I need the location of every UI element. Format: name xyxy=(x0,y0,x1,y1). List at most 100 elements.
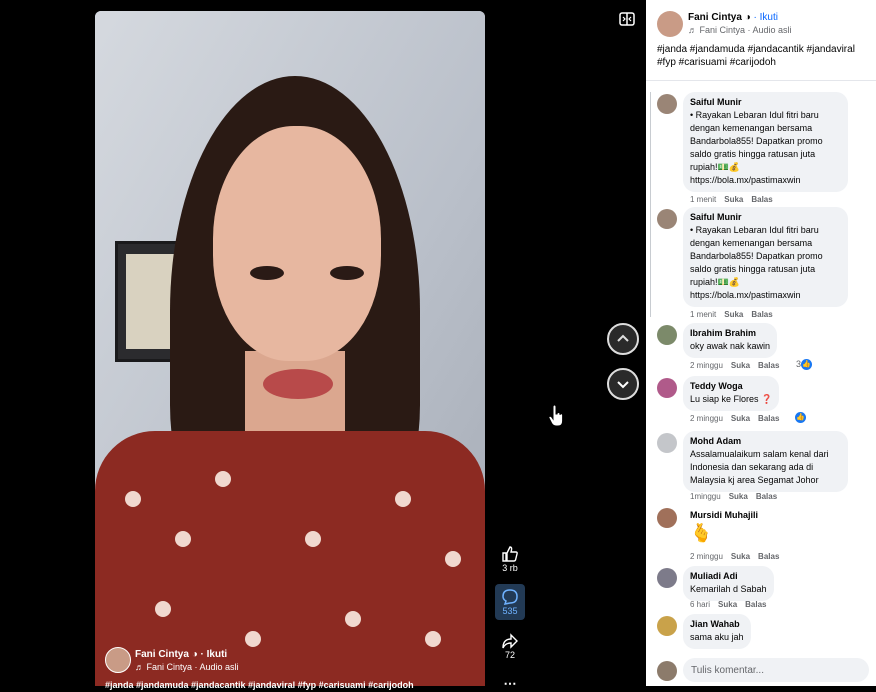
comment-input[interactable] xyxy=(683,658,869,682)
comment-author[interactable]: Teddy Woga xyxy=(690,380,772,393)
video-player[interactable] xyxy=(95,11,485,686)
comment-bubble: Saiful Munir • Rayakan Lebaran Idul fitr… xyxy=(683,207,848,307)
comment-author[interactable]: Muliadi Adi xyxy=(690,570,767,583)
comment-author[interactable]: Ibrahim Brahim xyxy=(690,327,770,340)
share-icon xyxy=(502,633,518,649)
comment-author[interactable]: Saiful Munir xyxy=(690,96,841,109)
comment-reply-button[interactable]: Balas xyxy=(758,361,779,370)
comment-bubble: Mohd Adam Assalamualaikum salam kenal da… xyxy=(683,431,848,492)
thread-line xyxy=(650,92,651,317)
comment-author[interactable]: Mohd Adam xyxy=(690,435,841,448)
comment-avatar[interactable] xyxy=(657,325,677,345)
comment-text: Assalamualaikum salam kenal dari Indones… xyxy=(690,449,829,485)
author-name[interactable]: Fani Cintya xyxy=(688,12,742,23)
comment-avatar[interactable] xyxy=(657,433,677,453)
comment-like-button[interactable]: Suka xyxy=(731,361,750,370)
comment-time[interactable]: 2 minggu xyxy=(690,361,723,370)
comment-count: 535 xyxy=(502,606,518,616)
follow-link[interactable]: · Ikuti xyxy=(754,12,778,23)
more-options-icon[interactable]: ⋯ xyxy=(495,676,525,692)
globe-icon: ◑ xyxy=(744,12,751,23)
comment-author[interactable]: Saiful Munir xyxy=(690,211,841,224)
thumbs-up-icon xyxy=(502,546,518,562)
comment-meta: 2 minggu Suka Balas xyxy=(690,552,779,561)
comment-bubble: Teddy Woga Lu siap ke Flores ❓ xyxy=(683,376,780,411)
comment-like-button[interactable]: Suka xyxy=(731,552,750,561)
post-hashtags[interactable]: #janda #jandamuda #jandacantik #jandavir… xyxy=(657,43,869,69)
comment-text: • Rayakan Lebaran Idul fitri baru dengan… xyxy=(690,225,823,300)
comment-text: Kemarilah d Sabah xyxy=(690,584,767,594)
comment-avatar[interactable] xyxy=(657,378,677,398)
like-count: 3 rb xyxy=(502,563,518,573)
previous-video-button[interactable] xyxy=(607,323,639,355)
comment-meta: 1minggu Suka Balas xyxy=(690,492,777,501)
comment-text: Lu siap ke Flores ❓ xyxy=(690,394,773,404)
reaction-count[interactable]: 👍 xyxy=(795,412,806,424)
comments-panel: Fani Cintya ◑ · Ikuti ♬ Fani Cintya · Au… xyxy=(646,0,876,686)
video-stage: Fani Cintya ◑ · Ikuti ♬ Fani Cintya · Au… xyxy=(0,0,646,691)
like-reaction-icon: 👍 xyxy=(795,412,806,424)
video-audio-label[interactable]: ♬ Fani Cintya · Audio asli xyxy=(135,662,239,672)
share-action[interactable]: 72 xyxy=(495,632,525,660)
comment-like-button[interactable]: Suka xyxy=(729,492,748,501)
like-reaction-icon: 👍 xyxy=(801,359,813,371)
next-video-button[interactable] xyxy=(607,368,639,400)
comment-time[interactable]: 1 menit xyxy=(690,310,716,319)
comment-time[interactable]: 1 menit xyxy=(690,195,716,204)
hand-cursor-icon xyxy=(548,405,564,427)
comment-time[interactable]: 1minggu xyxy=(690,492,721,501)
comment-reply-button[interactable]: Balas xyxy=(751,310,772,319)
comment-reply-button[interactable]: Balas xyxy=(751,195,772,204)
comment-meta: 2 minggu Suka Balas xyxy=(690,361,779,370)
comment-time[interactable]: 2 minggu xyxy=(690,552,723,561)
video-subject-eye-left xyxy=(250,266,284,280)
comment-reply-button[interactable]: Balas xyxy=(758,414,779,423)
comment-action[interactable]: 535 xyxy=(495,584,525,620)
like-action[interactable]: 3 rb xyxy=(495,545,525,573)
comment-time[interactable]: 6 hari xyxy=(690,600,710,609)
comment-icon xyxy=(502,589,518,605)
comment-avatar[interactable] xyxy=(657,508,677,528)
share-count: 72 xyxy=(504,650,515,660)
chevron-up-icon xyxy=(617,334,629,342)
comment-avatar[interactable] xyxy=(657,616,677,636)
author-avatar[interactable] xyxy=(657,11,683,37)
comment-like-button[interactable]: Suka xyxy=(731,414,750,423)
video-subject-shirt xyxy=(95,431,485,686)
author-line: Fani Cintya ◑ · Ikuti xyxy=(688,12,778,23)
comment-time[interactable]: 2 minggu xyxy=(690,414,723,423)
comment-reply-button[interactable]: Balas xyxy=(756,492,777,501)
video-follow-link[interactable]: · Ikuti xyxy=(201,649,228,660)
comment-text: sama aku jah xyxy=(690,632,744,642)
video-subject-lips xyxy=(263,369,333,399)
comment-author[interactable]: Jian Wahab xyxy=(690,618,744,631)
comment-avatar[interactable] xyxy=(657,94,677,114)
comment-meta: 1 menit Suka Balas xyxy=(690,310,773,319)
comment-author[interactable]: Mursidi Muhajili xyxy=(690,510,758,520)
reaction-count[interactable]: 3👍 xyxy=(796,359,813,371)
comment-like-button[interactable]: Suka xyxy=(718,600,737,609)
comment-meta: 2 minggu Suka Balas xyxy=(690,414,779,423)
video-author-avatar[interactable] xyxy=(105,647,131,673)
minimize-icon[interactable] xyxy=(619,11,635,27)
comment-reply-button[interactable]: Balas xyxy=(745,600,766,609)
divider xyxy=(646,80,876,81)
video-author-line: Fani Cintya ◑ · Ikuti xyxy=(135,649,227,660)
comment-avatar[interactable] xyxy=(657,209,677,229)
comment-meta: 1 menit Suka Balas xyxy=(690,195,773,204)
comment-sticker: 🫰 xyxy=(690,523,713,543)
video-caption-preview: #janda #jandamuda #jandacantik #jandavir… xyxy=(105,680,414,690)
current-user-avatar xyxy=(657,661,677,681)
comment-bubble: Jian Wahab sama aku jah xyxy=(683,614,751,649)
globe-icon: ◑ xyxy=(191,649,198,660)
comment-meta: 6 hari Suka Balas xyxy=(690,600,767,609)
comment-like-button[interactable]: Suka xyxy=(724,195,743,204)
video-subject-eye-right xyxy=(330,266,364,280)
audio-label[interactable]: ♬ Fani Cintya · Audio asli xyxy=(688,25,792,35)
comment-avatar[interactable] xyxy=(657,568,677,588)
comment-bubble: Saiful Munir • Rayakan Lebaran Idul fitr… xyxy=(683,92,848,192)
comment-like-button[interactable]: Suka xyxy=(724,310,743,319)
video-subject-face xyxy=(213,126,381,361)
video-author-name[interactable]: Fani Cintya xyxy=(135,649,189,660)
comment-reply-button[interactable]: Balas xyxy=(758,552,779,561)
